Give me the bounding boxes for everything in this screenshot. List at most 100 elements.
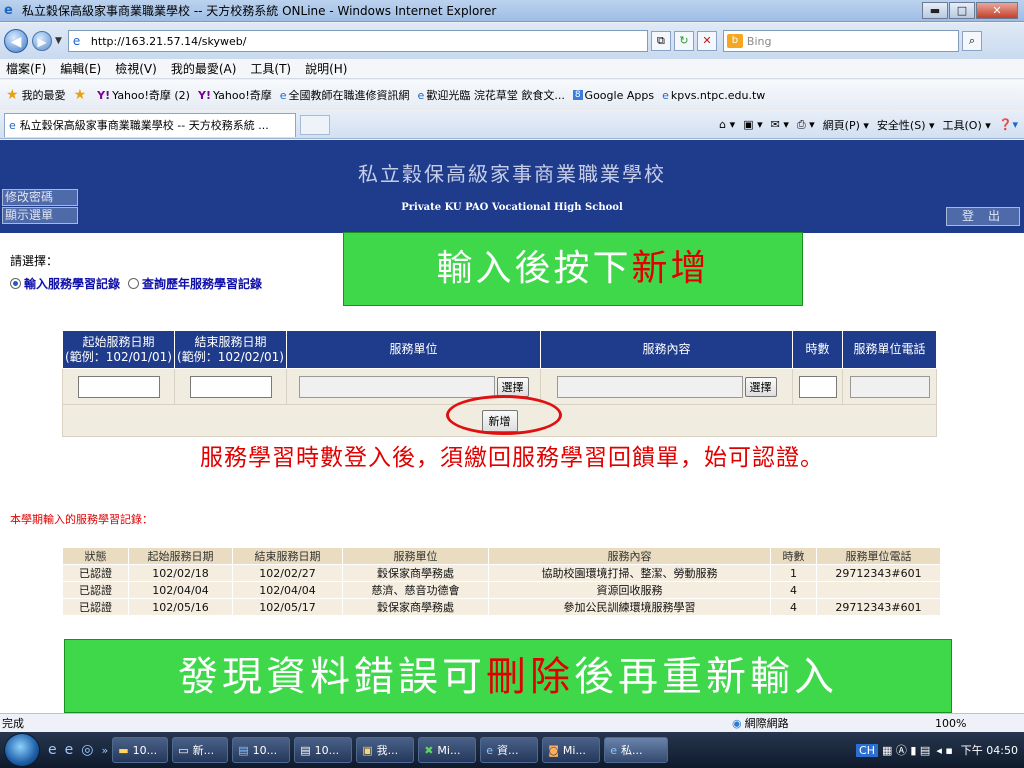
search-input[interactable]: b Bing xyxy=(722,30,959,52)
task-new[interactable]: ▭ 新... xyxy=(172,737,229,763)
mail-icon[interactable]: ✉ ▾ xyxy=(771,118,789,131)
unit-input xyxy=(298,375,495,398)
task-resource[interactable]: e 資... xyxy=(480,737,539,763)
favorite-link-kpvs[interactable]: e kpvs.ntpc.edu.tw xyxy=(662,89,765,102)
show-menu-button[interactable]: 顯示選單 xyxy=(2,207,78,224)
add-favorite-button[interactable]: ★ xyxy=(74,87,90,103)
hours-cell xyxy=(792,368,843,405)
task-excel[interactable]: ✖ Mi... xyxy=(418,737,477,763)
favorite-link-teacher[interactable]: e 全國教師在職進修資訊網 xyxy=(280,87,410,103)
cell-end: 102/04/04 xyxy=(232,581,343,599)
radio-input-record[interactable] xyxy=(10,278,21,289)
outlook-icon: ◙ xyxy=(548,743,559,757)
task-label: 10... xyxy=(132,743,158,757)
search-icon[interactable]: ⌕ xyxy=(961,31,982,51)
ime-icon[interactable]: ▦ Ⓐ ▮ ▤ xyxy=(882,742,930,758)
start-date-header: 起始服務日期 xyxy=(82,334,155,349)
hours-input[interactable] xyxy=(798,375,837,398)
quicklaunch-more-icon[interactable]: » xyxy=(101,744,108,757)
quicklaunch-browser-icon[interactable]: e xyxy=(65,742,74,758)
menu-view[interactable]: 檢視(V) xyxy=(115,60,157,77)
task-label: Mi... xyxy=(562,743,586,757)
favorites-button[interactable]: ★ 我的最愛 xyxy=(6,87,66,103)
cell-content: 參加公民訓練環境服務學習 xyxy=(488,598,771,616)
task-my[interactable]: ▣ 我... xyxy=(356,737,415,763)
table-row[interactable]: 已認證 102/04/04 102/04/04 慈濟、慈音功德會 資源回收服務 … xyxy=(62,581,941,599)
cell-content: 資源回收服務 xyxy=(488,581,771,599)
quicklaunch-app-icon[interactable]: ◎ xyxy=(81,742,93,758)
table-row[interactable]: 已認證 102/05/16 102/05/17 穀保家商學務處 參加公民訓練環境… xyxy=(62,598,941,616)
change-password-button[interactable]: 修改密碼 xyxy=(2,189,78,206)
cell-unit: 穀保家商學務處 xyxy=(342,598,489,616)
computer-icon: ▣ xyxy=(362,743,373,757)
help-icon[interactable]: ❓▾ xyxy=(999,118,1018,131)
status-bar: 完成 ◉ 網際網路 100% xyxy=(0,713,1024,732)
back-button[interactable]: ◀ xyxy=(4,29,28,53)
print-icon[interactable]: ⎙ ▾ xyxy=(797,118,815,132)
task-label: 新... xyxy=(192,744,215,757)
cell-phone xyxy=(816,581,941,599)
task-folder[interactable]: ▬ 10... xyxy=(112,737,169,763)
menu-help[interactable]: 說明(H) xyxy=(305,60,347,77)
task-doc[interactable]: ▤ 10... xyxy=(232,737,291,763)
tab-school-system[interactable]: e 私立穀保高級家事商業職業學校 -- 天方校務系統 ... xyxy=(4,112,296,137)
home-icon[interactable]: ⌂ ▾ xyxy=(719,118,735,131)
compat-view-icon[interactable]: ⧉ xyxy=(650,31,671,51)
task-label: Mi... xyxy=(437,743,461,757)
mode-radio-group: 輸入服務學習記錄 查詢歷年服務學習記錄 xyxy=(10,275,270,292)
favorite-link-yahoo-2[interactable]: Y! Yahoo!奇摩 (2) xyxy=(97,87,190,103)
menu-tools[interactable]: 工具(T) xyxy=(250,60,291,77)
records-label: 本學期輸入的服務學習記錄： xyxy=(10,513,153,526)
callout-bottom-suffix: 後再重新輸入 xyxy=(574,654,838,700)
cell-status: 已認證 xyxy=(62,581,129,599)
status-text: 完成 xyxy=(2,717,24,730)
records-table: 狀態 起始服務日期 結束服務日期 服務單位 服務內容 時數 服務單位電話 已認證… xyxy=(62,547,941,616)
zoom-level[interactable]: 100% xyxy=(935,717,966,730)
security-zone[interactable]: ◉ 網際網路 xyxy=(732,715,789,731)
instruction-callout-top: 輸入後按下新增 xyxy=(343,232,803,306)
network-icon[interactable]: ◂ ▪ xyxy=(936,744,952,757)
favorite-label: Yahoo!奇摩 (2) xyxy=(112,89,190,102)
logout-button[interactable]: 登出 xyxy=(946,207,1020,226)
favorites-label: 我的最愛 xyxy=(21,89,66,102)
menu-edit[interactable]: 編輯(E) xyxy=(60,60,101,77)
task-doc-2[interactable]: ▤ 10... xyxy=(294,737,353,763)
window-title-bar: e 私立穀保高級家事商業職業學校 -- 天方校務系統 ONLine - Wind… xyxy=(0,0,1024,22)
menu-favorites[interactable]: 我的最愛(A) xyxy=(171,60,237,77)
start-button[interactable] xyxy=(4,733,40,767)
cell-phone: 29712343#601 xyxy=(816,564,941,582)
radio-label-input[interactable]: 輸入服務學習記錄 xyxy=(24,275,120,292)
safety-menu[interactable]: 安全性(S) ▾ xyxy=(877,117,935,133)
choose-label: 請選擇： xyxy=(10,254,59,268)
select-content-button[interactable]: 選擇 xyxy=(744,376,777,397)
forward-button[interactable]: ▶ xyxy=(32,31,52,51)
maximize-button[interactable]: □ xyxy=(949,2,975,19)
task-private-active[interactable]: e 私... xyxy=(604,737,669,763)
close-button[interactable]: ✕ xyxy=(976,2,1018,19)
start-date-input[interactable] xyxy=(77,375,160,398)
end-date-input[interactable] xyxy=(189,375,272,398)
cell-hours: 1 xyxy=(770,564,817,582)
history-dropdown-icon[interactable]: ▼ xyxy=(55,36,62,46)
favorite-link-caotang[interactable]: e 歡迎光臨 浣花草堂 飲食文... xyxy=(418,87,565,103)
favorite-link-google-apps[interactable]: 8 Google Apps xyxy=(572,89,654,102)
feeds-icon[interactable]: ▣ ▾ xyxy=(743,118,762,131)
new-tab-button[interactable] xyxy=(300,114,330,135)
refresh-icon[interactable]: ↻ xyxy=(673,31,694,51)
table-row[interactable]: 已認證 102/02/18 102/02/27 穀保家商學務處 協助校園環境打掃… xyxy=(62,564,941,582)
page-menu[interactable]: 網頁(P) ▾ xyxy=(823,117,869,133)
radio-label-query[interactable]: 查詢歷年服務學習記錄 xyxy=(142,275,262,292)
stop-icon[interactable]: ✕ xyxy=(696,31,717,51)
minimize-button[interactable]: ▬ xyxy=(922,2,948,19)
favorite-link-yahoo[interactable]: Y! Yahoo!奇摩 xyxy=(198,87,272,103)
quicklaunch-ie-icon[interactable]: e xyxy=(48,742,57,758)
task-outlook[interactable]: ◙ Mi... xyxy=(542,737,601,763)
address-bar[interactable]: e http://163.21.57.14/skyweb/ xyxy=(67,30,648,52)
radio-query-history[interactable] xyxy=(128,278,140,289)
tools-menu[interactable]: 工具(O) ▾ xyxy=(943,117,991,133)
select-unit-button[interactable]: 選擇 xyxy=(496,376,529,397)
language-indicator[interactable]: CH xyxy=(856,743,878,757)
clock[interactable]: 下午 04:50 xyxy=(961,742,1018,758)
rec-col-unit: 服務單位 xyxy=(342,547,489,565)
menu-file[interactable]: 檔案(F) xyxy=(6,60,46,77)
